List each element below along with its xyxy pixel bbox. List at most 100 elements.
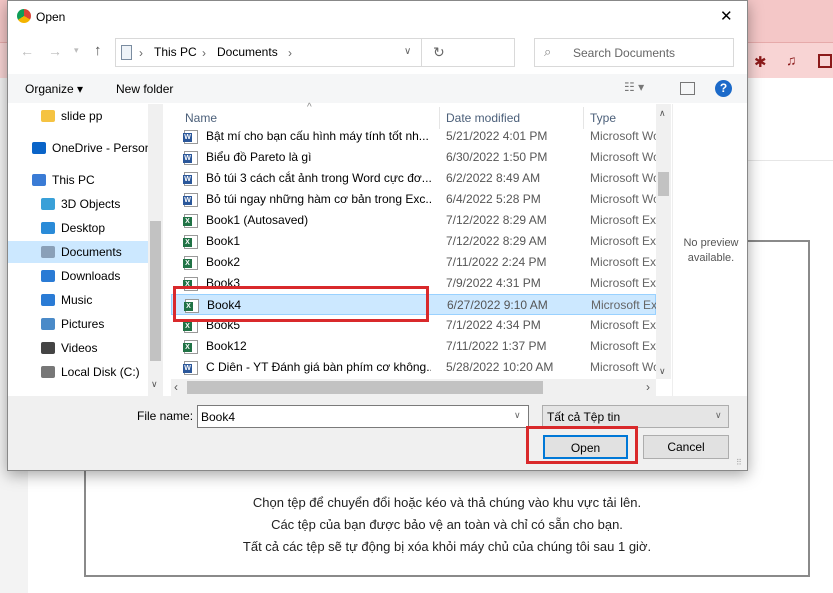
horizontal-scrollbar[interactable]: ‹ ›	[171, 379, 656, 396]
nav-item[interactable]: Desktop	[8, 217, 148, 239]
cloud-icon	[32, 142, 46, 154]
file-name: C Diên - YT Đánh giá bàn phím cơ không..…	[206, 360, 431, 374]
breadcrumb-documents[interactable]: Documents	[217, 45, 278, 59]
forward-icon[interactable]: →	[48, 43, 62, 59]
nav-item-label: slide pp	[61, 109, 103, 123]
sidepanel-icon[interactable]	[818, 54, 832, 68]
cube-icon	[41, 198, 55, 210]
scroll-up-icon[interactable]: ∧	[659, 108, 666, 119]
file-name: Book2	[206, 255, 241, 269]
word-file-icon: W	[183, 172, 198, 186]
recent-dropdown-icon[interactable]: ▾	[74, 45, 79, 56]
file-type-value: Tất cả Tệp tin	[547, 410, 621, 424]
pictures-icon	[41, 318, 55, 330]
desktop-icon	[41, 222, 55, 234]
file-row[interactable]: W Bỏ túi ngay những hàm cơ bản trong Exc.…	[171, 189, 656, 210]
file-row[interactable]: W Bật mí cho bạn cấu hình máy tính tốt nh…	[171, 126, 656, 147]
nav-item[interactable]: 3D Objects	[8, 193, 148, 215]
file-name-input[interactable]: Book4 ∨	[197, 405, 529, 428]
nav-scrollbar[interactable]: ∨	[148, 104, 163, 396]
command-bar: Organize ▾ New folder ☷ ▾ ?	[8, 74, 747, 103]
nav-item[interactable]: Local Disk (C:)	[8, 361, 148, 383]
organize-button[interactable]: Organize ▾	[25, 82, 83, 96]
file-row[interactable]: X Book1 (Autosaved) 7/12/2022 8:29 AM Micro…	[171, 210, 656, 231]
separator: ›	[202, 46, 206, 60]
file-name-label: File name:	[137, 409, 194, 423]
file-row[interactable]: W Bỏ túi 3 cách cắt ảnh trong Word cực đơ…	[171, 168, 656, 189]
file-date: 7/11/2022 2:24 PM	[446, 255, 547, 269]
scroll-down-icon[interactable]: ∨	[659, 366, 666, 377]
nav-item-label: Desktop	[61, 221, 106, 235]
close-button[interactable]: ✕	[720, 7, 733, 25]
file-type: Microsoft Word Document	[590, 360, 656, 374]
chevron-down-icon[interactable]: ∨	[715, 410, 722, 421]
nav-item[interactable]: OneDrive - Personal	[8, 137, 148, 159]
music-icon	[41, 294, 55, 306]
column-header-date[interactable]: Date modified	[446, 111, 520, 125]
column-header-name[interactable]: Name	[185, 111, 217, 125]
nav-item-label: Pictures	[61, 317, 105, 331]
excel-file-icon: X	[183, 214, 198, 228]
nav-item[interactable]: slide pp	[8, 105, 148, 127]
cancel-button[interactable]: Cancel	[643, 435, 729, 459]
file-date: 5/28/2022 10:20 AM	[446, 360, 554, 374]
file-name: Bỏ túi 3 cách cắt ảnh trong Word cực đơ.…	[206, 171, 431, 185]
scroll-thumb[interactable]	[658, 172, 669, 196]
nav-item[interactable]: Pictures	[8, 313, 148, 335]
file-row[interactable]: W Biểu đồ Pareto là gì 6/30/2022 1:50 PM Mi…	[171, 147, 656, 168]
file-date: 7/12/2022 8:29 AM	[446, 234, 547, 248]
file-name: Book1 (Autosaved)	[206, 213, 309, 227]
scroll-thumb[interactable]	[187, 381, 543, 394]
file-type: Microsoft Excel Worksheet	[590, 276, 656, 290]
preview-pane: No preview available.	[672, 104, 747, 396]
scroll-down-icon[interactable]: ∨	[151, 379, 158, 390]
file-row[interactable]: W C Diên - YT Đánh giá bàn phím cơ không.…	[171, 357, 656, 378]
scroll-thumb[interactable]	[150, 221, 161, 361]
file-row[interactable]: X Book12 7/11/2022 1:37 PM Microsoft Excel …	[171, 336, 656, 357]
file-date: 7/11/2022 1:37 PM	[446, 339, 547, 353]
file-row[interactable]: X Book2 7/11/2022 2:24 PM Microsoft Excel W…	[171, 252, 656, 273]
file-type: Microsoft Excel Worksheet	[590, 255, 656, 269]
resize-grip-icon[interactable]: ⠿	[736, 458, 742, 467]
scroll-right-icon[interactable]: ›	[646, 380, 650, 394]
chevron-down-icon[interactable]: ∨	[404, 46, 411, 57]
search-input[interactable]: ⌕ Search Documents	[534, 38, 734, 67]
refresh-icon[interactable]: ↻	[421, 39, 516, 66]
column-header-type[interactable]: Type	[590, 111, 616, 125]
word-file-icon: W	[183, 151, 198, 165]
media-icon[interactable]: ♫	[786, 52, 797, 68]
scroll-left-icon[interactable]: ‹	[174, 380, 178, 394]
file-row[interactable]: X Book1 7/12/2022 8:29 AM Microsoft Excel W…	[171, 231, 656, 252]
vertical-scrollbar[interactable]: ∧ ∨	[656, 104, 671, 379]
word-file-icon: W	[183, 130, 198, 144]
excel-file-icon: X	[183, 340, 198, 354]
download-icon	[41, 270, 55, 282]
file-name-value: Book4	[201, 410, 236, 424]
nav-item[interactable]: Videos	[8, 337, 148, 359]
chrome-icon	[17, 9, 31, 23]
breadcrumb-this-pc[interactable]: This PC	[154, 45, 197, 59]
nav-item[interactable]: Downloads	[8, 265, 148, 287]
file-date: 6/27/2022 9:10 AM	[447, 298, 548, 312]
no-preview-text: No preview available.	[683, 237, 739, 264]
excel-file-icon: X	[183, 235, 198, 249]
nav-item[interactable]: This PC	[8, 169, 148, 191]
file-type-select[interactable]: Tất cả Tệp tin ∨	[542, 405, 729, 428]
preview-pane-icon[interactable]	[680, 82, 695, 95]
nav-item[interactable]: Documents	[8, 241, 148, 263]
help-icon[interactable]: ?	[715, 80, 732, 97]
nav-item[interactable]: Music	[8, 289, 148, 311]
view-options-icon[interactable]: ☷ ▾	[624, 80, 644, 94]
up-icon[interactable]: ↑	[94, 42, 102, 59]
file-name: Book1	[206, 234, 241, 248]
separator: ›	[288, 46, 292, 60]
address-bar[interactable]: › This PC › Documents › ∨ ↻	[115, 38, 515, 67]
upload-hint: Chọn tệp để chuyển đổi hoặc kéo và thả c…	[252, 495, 642, 510]
nav-item-label: Videos	[61, 341, 98, 355]
new-folder-button[interactable]: New folder	[116, 82, 173, 96]
extensions-icon[interactable]: ✱	[754, 53, 767, 71]
file-date: 7/12/2022 8:29 AM	[446, 213, 547, 227]
highlight-box-open	[526, 426, 638, 464]
back-icon[interactable]: ←	[20, 43, 34, 59]
chevron-down-icon[interactable]: ∨	[514, 410, 521, 421]
